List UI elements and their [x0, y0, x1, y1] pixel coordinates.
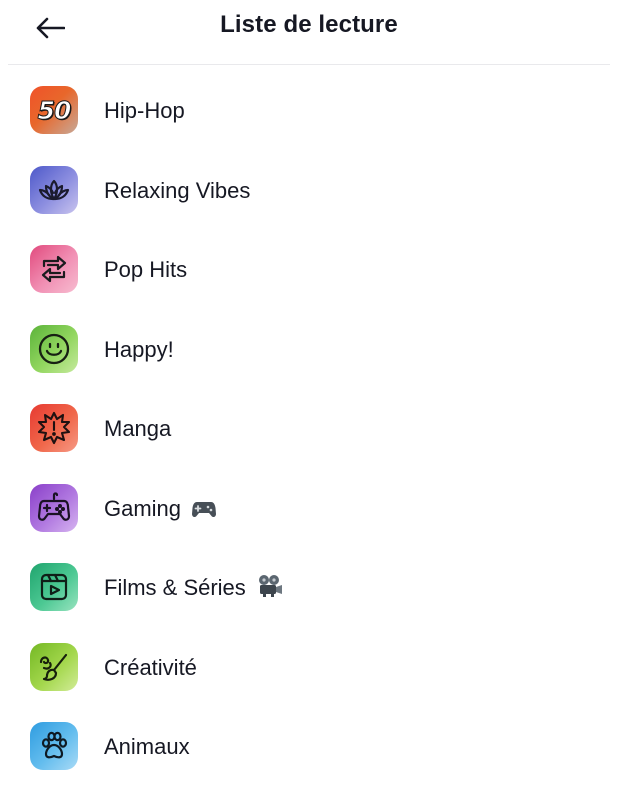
playlist-item-creativite[interactable]: Créativité [0, 642, 618, 723]
playlist-label: Animaux [104, 734, 190, 759]
playlist-label: Films & Séries [104, 574, 284, 605]
playlist-label: Créativité [104, 654, 197, 680]
playlist-label: Hip-Hop [104, 98, 185, 123]
page-title: Liste de lecture [220, 11, 398, 38]
playlist-item-relaxing-vibes[interactable]: Relaxing Vibes [0, 165, 618, 246]
playlist-item-films-series[interactable]: Films & Séries [0, 563, 618, 643]
playlist-label: Relaxing Vibes [104, 177, 251, 203]
playlist-item-hip-hop[interactable]: 50 Hip-Hop [0, 86, 618, 166]
playlist-label: Gaming [104, 495, 217, 526]
playlist-item-happy[interactable]: Happy! [0, 324, 618, 405]
film-projector-emoji-icon [256, 574, 284, 605]
playlist-label: Manga [104, 416, 172, 441]
playlist-list: 50 Hip-Hop Relaxing Vibes Pop Hits Happy… [0, 86, 618, 802]
playlist-item-pop-hits[interactable]: Pop Hits [0, 245, 618, 325]
playlist-label: Pop Hits [104, 257, 188, 282]
playlist-item-animaux[interactable]: Animaux [0, 722, 618, 802]
gamepad-icon [30, 483, 78, 532]
paw-icon [30, 722, 78, 770]
playlist-label: Happy! [104, 336, 174, 362]
paintbrush-icon [30, 642, 78, 691]
smiley-icon [30, 324, 78, 373]
repeat-arrows-icon [30, 245, 78, 293]
header-bar: Liste de lecture [0, 0, 618, 64]
exclamation-burst-icon [30, 404, 78, 452]
playlist-item-gaming[interactable]: Gaming [0, 483, 618, 564]
gamepad-emoji-icon [191, 498, 217, 526]
fifty-badge-icon: 50 [30, 86, 78, 134]
header-divider [8, 64, 610, 65]
playlist-item-manga[interactable]: Manga [0, 404, 618, 484]
video-play-icon [30, 563, 78, 611]
lotus-icon [30, 165, 78, 214]
